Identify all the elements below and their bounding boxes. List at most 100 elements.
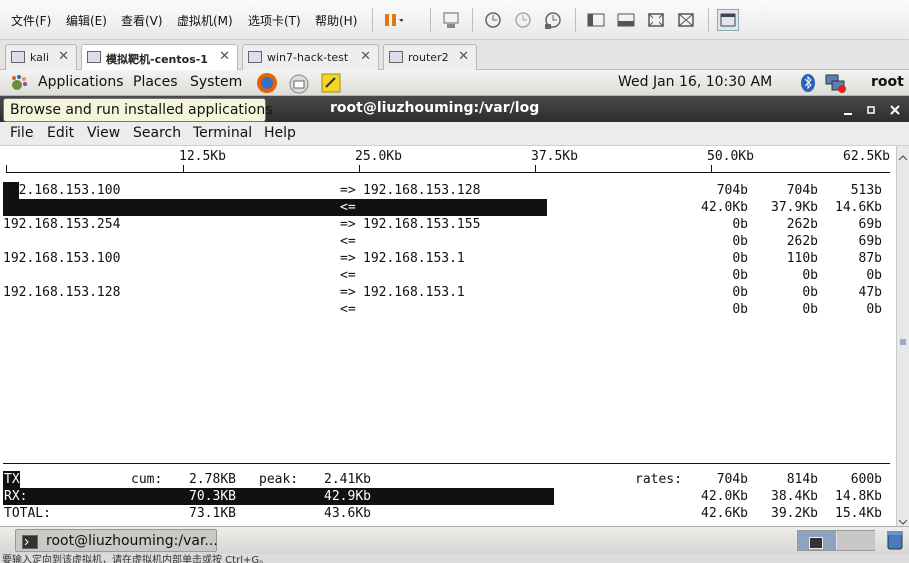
panel-clock[interactable]: Wed Jan 16, 10:30 AM bbox=[618, 74, 772, 90]
console-view-icon[interactable] bbox=[717, 9, 739, 31]
tab-router2[interactable]: router2 ✕ bbox=[383, 44, 477, 70]
tab-kali[interactable]: kali ✕ bbox=[5, 44, 77, 70]
bluetooth-icon[interactable] bbox=[799, 73, 817, 97]
send-ctrl-alt-del-icon[interactable] bbox=[440, 9, 462, 31]
arrow-out: => bbox=[340, 183, 356, 198]
menu-view[interactable]: 查看(V) bbox=[121, 12, 163, 29]
gnome-top-panel: Applications Places System Wed Jan 16, 1… bbox=[0, 70, 909, 96]
menu-edit[interactable]: 编辑(E) bbox=[66, 12, 107, 29]
terminal-scrollbar[interactable] bbox=[896, 146, 909, 526]
snapshot-manager-icon[interactable] bbox=[542, 9, 564, 31]
terminal-menubar: File Edit View Search Terminal Help bbox=[0, 122, 909, 146]
status-hint: 要输入定向到该虚拟机，请在虚拟机内部单击或按 Ctrl+G。 bbox=[2, 555, 270, 563]
arrow-out: => bbox=[340, 285, 356, 300]
menu-term-edit[interactable]: Edit bbox=[47, 125, 74, 141]
rx-bar bbox=[3, 488, 554, 505]
menu-file[interactable]: 文件(F) bbox=[11, 12, 51, 29]
flow-src: 192.168.153.128 bbox=[3, 285, 121, 300]
terminal-icon bbox=[22, 534, 38, 549]
workspace-2[interactable] bbox=[837, 531, 875, 550]
scroll-down-icon[interactable] bbox=[898, 512, 908, 525]
scroll-grip-icon[interactable] bbox=[898, 332, 908, 345]
tab-centos[interactable]: 模拟靶机-centos-1 ✕ bbox=[81, 44, 238, 70]
flow-src: 192.168.153.100 bbox=[3, 183, 121, 198]
scale-tick bbox=[359, 165, 360, 173]
menu-vm[interactable]: 虚拟机(M) bbox=[177, 12, 233, 29]
flow-dst: 192.168.153.128 bbox=[363, 183, 481, 198]
workspace-switcher[interactable] bbox=[797, 530, 875, 551]
menu-system[interactable]: System bbox=[190, 74, 242, 90]
firefox-icon[interactable] bbox=[256, 72, 278, 98]
close-icon[interactable]: ✕ bbox=[458, 49, 469, 64]
close-icon[interactable]: ✕ bbox=[360, 49, 371, 64]
close-icon[interactable]: ✕ bbox=[219, 49, 230, 64]
vm-icon bbox=[87, 51, 101, 63]
gnome-foot-icon bbox=[9, 73, 31, 97]
menu-help[interactable]: 帮助(H) bbox=[315, 12, 357, 29]
menu-term-search[interactable]: Search bbox=[133, 125, 181, 141]
menu-term-file[interactable]: File bbox=[10, 125, 33, 141]
trash-icon[interactable] bbox=[885, 529, 905, 551]
pause-icon[interactable] bbox=[381, 9, 404, 31]
window-title: root@liuzhouming:/var/log bbox=[330, 100, 540, 116]
vm-icon bbox=[389, 51, 403, 63]
menu-term-view[interactable]: View bbox=[87, 125, 120, 141]
vm-icon bbox=[248, 51, 262, 63]
revert-snapshot-icon[interactable] bbox=[512, 9, 534, 31]
menu-tabs[interactable]: 选项卡(T) bbox=[248, 12, 301, 29]
scale-label: 12.5Kb bbox=[179, 149, 226, 164]
terminal-icon bbox=[809, 534, 823, 549]
vm-icon bbox=[11, 51, 25, 63]
scroll-up-icon[interactable] bbox=[898, 148, 908, 161]
total-label: TOTAL: bbox=[4, 506, 51, 521]
flow-src: 192.168.153.254 bbox=[3, 217, 121, 232]
arrow-in: <= bbox=[340, 268, 356, 283]
arrow-in: <= bbox=[340, 234, 356, 249]
minimize-icon[interactable] bbox=[843, 102, 853, 116]
panel-user[interactable]: root bbox=[871, 74, 904, 90]
tab-win7[interactable]: win7-hack-test ✕ bbox=[242, 44, 379, 70]
fullscreen-icon[interactable] bbox=[645, 9, 667, 31]
tooltip: Browse and run installed applications bbox=[3, 98, 273, 122]
scale-axis bbox=[6, 172, 890, 173]
menu-term-terminal[interactable]: Terminal bbox=[193, 125, 252, 141]
sidebar-view-icon[interactable] bbox=[585, 9, 607, 31]
network-disconnected-icon[interactable] bbox=[824, 72, 848, 98]
arrow-in: <= bbox=[340, 200, 356, 215]
scale-label: 62.5Kb bbox=[843, 149, 890, 164]
traffic-bar bbox=[3, 199, 547, 216]
rx-label: RX: bbox=[4, 489, 28, 504]
gnome-bottom-panel: root@liuzhouming:/var... bbox=[0, 526, 909, 554]
close-icon[interactable]: ✕ bbox=[58, 49, 69, 64]
arrow-in: <= bbox=[340, 302, 356, 317]
taskbar-window-label: root@liuzhouming:/var... bbox=[46, 533, 218, 549]
thumbnail-view-icon[interactable] bbox=[615, 9, 637, 31]
terminal-output[interactable]: 12.5Kb 25.0Kb 37.5Kb 50.0Kb 62.5Kb 192.1… bbox=[0, 146, 896, 526]
notes-icon[interactable] bbox=[320, 72, 342, 98]
scale-tick bbox=[535, 165, 536, 173]
scale-tick bbox=[183, 165, 184, 173]
arrow-out: => bbox=[340, 251, 356, 266]
arrow-out: => bbox=[340, 217, 356, 232]
menu-applications[interactable]: Applications bbox=[38, 74, 124, 90]
window-close-icon[interactable] bbox=[889, 102, 901, 116]
flow-dst: 192.168.153.1 bbox=[363, 285, 465, 300]
unity-icon[interactable] bbox=[675, 9, 697, 31]
summary-divider bbox=[3, 463, 890, 464]
tx-label: TX: bbox=[4, 472, 28, 487]
snapshot-icon[interactable] bbox=[482, 9, 504, 31]
vmware-menubar: 文件(F) 编辑(E) 查看(V) 虚拟机(M) 选项卡(T) 帮助(H) bbox=[0, 0, 909, 40]
vmware-statusbar: 要输入定向到该虚拟机，请在虚拟机内部单击或按 Ctrl+G。 bbox=[0, 554, 909, 563]
scale-tick bbox=[6, 165, 7, 173]
taskbar-window-button[interactable]: root@liuzhouming:/var... bbox=[15, 529, 218, 552]
scale-tick bbox=[711, 165, 712, 173]
menu-places[interactable]: Places bbox=[133, 74, 178, 90]
mail-client-icon[interactable] bbox=[288, 72, 310, 98]
scale-label: 37.5Kb bbox=[531, 149, 578, 164]
menu-term-help[interactable]: Help bbox=[264, 125, 296, 141]
maximize-icon[interactable] bbox=[866, 102, 876, 116]
flow-dst: 192.168.153.1 bbox=[363, 251, 465, 266]
flow-dst: 192.168.153.155 bbox=[363, 217, 481, 232]
scale-label: 50.0Kb bbox=[707, 149, 754, 164]
flow-src: 192.168.153.100 bbox=[3, 251, 121, 266]
